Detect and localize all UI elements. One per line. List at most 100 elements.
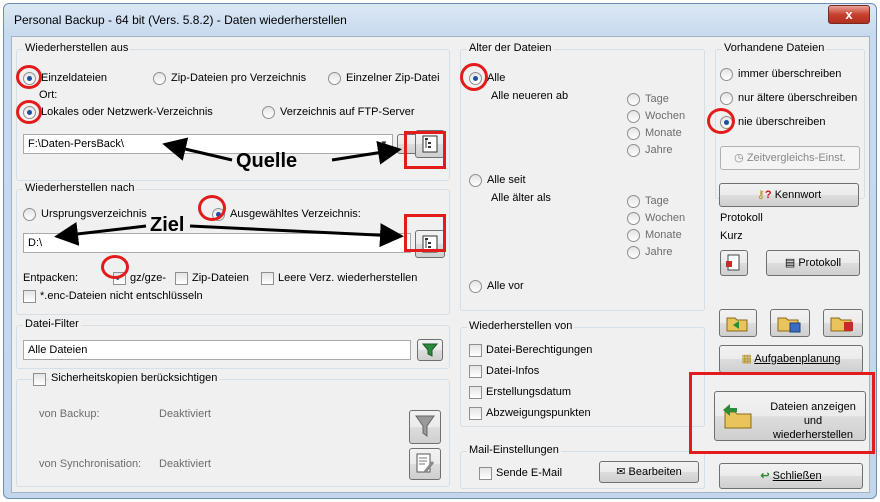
radio-age-since[interactable] xyxy=(469,174,482,187)
checkbox-backup-copies[interactable] xyxy=(33,373,46,386)
save-settings-button[interactable] xyxy=(770,309,810,337)
from-sync-value: Deaktiviert xyxy=(159,458,211,470)
annotation-circle-selected-dir xyxy=(198,195,226,221)
radio-age-before[interactable] xyxy=(469,280,482,293)
radio-newer-months[interactable] xyxy=(627,127,640,140)
time-compare-label: Zeitvergleichs-Einst. xyxy=(746,152,846,164)
edit-list-button[interactable] xyxy=(409,448,441,480)
unit-older-months: Monate xyxy=(645,229,682,241)
radio-single-zip-label: Einzelner Zip-Datei xyxy=(346,72,440,84)
source-path-combo[interactable]: F:\Daten-PersBack\ ▼ xyxy=(23,134,393,154)
clock-icon: ◷ xyxy=(734,152,744,164)
checkbox-created-date[interactable] xyxy=(469,386,482,399)
existing-files-title: Vorhandene Dateien xyxy=(722,42,827,54)
radio-newer-years[interactable] xyxy=(627,144,640,157)
radio-zip-per-dir[interactable] xyxy=(153,72,166,85)
save-as-settings-button[interactable] xyxy=(823,309,863,337)
password-button[interactable]: ⚷? Kennwort xyxy=(719,183,859,207)
radio-local-dir-label: Lokales oder Netzwerk-Verzeichnis xyxy=(41,106,213,118)
chevron-down-icon[interactable]: ▼ xyxy=(376,135,392,153)
task-scheduling-button[interactable]: ▦ Aufgabenplanung xyxy=(719,345,863,373)
radio-older-days[interactable] xyxy=(627,195,640,208)
annotation-box-show-restore xyxy=(689,372,875,454)
filter-settings-button[interactable] xyxy=(409,410,441,444)
restore-from-title: Wiederherstellen aus xyxy=(23,42,131,54)
checkbox-zip[interactable] xyxy=(175,272,188,285)
unit-newer-years: Jahre xyxy=(645,144,673,156)
funnel-icon xyxy=(421,343,439,357)
radio-older-months[interactable] xyxy=(627,229,640,242)
checkbox-junctions[interactable] xyxy=(469,407,482,420)
radio-older-overwrite[interactable] xyxy=(720,92,733,105)
radio-original-dir-label: Ursprungsverzeichnis xyxy=(41,208,147,220)
annotation-source-label: Quelle xyxy=(236,150,298,172)
from-backup-value: Deaktiviert xyxy=(159,408,211,420)
annotation-box-source xyxy=(404,131,446,169)
protocol-title: Protokoll xyxy=(718,212,765,224)
checkbox-file-infos[interactable] xyxy=(469,365,482,378)
checkbox-permissions[interactable] xyxy=(469,344,482,357)
radio-age-since-label: Alle seit xyxy=(487,174,526,186)
checkbox-enc[interactable] xyxy=(23,290,36,303)
close-label: Schließen xyxy=(772,470,822,482)
restore-of-title: Wiederherstellen von xyxy=(467,320,575,332)
checkbox-enc-label: *.enc-Dateien nicht entschlüsseln xyxy=(40,290,203,302)
radio-ftp-dir[interactable] xyxy=(262,106,275,119)
checkbox-send-email[interactable] xyxy=(479,467,492,480)
radio-selected-dir-label: Ausgewähltes Verzeichnis: xyxy=(230,208,361,220)
protocol-button[interactable]: ▤ Protokoll xyxy=(766,250,860,276)
mail-settings-title: Mail-Einstellungen xyxy=(467,444,561,456)
annotation-circle-age-all xyxy=(460,63,488,91)
key-icon: ⚷ xyxy=(756,189,765,201)
unit-newer-days: Tage xyxy=(645,93,669,105)
checkbox-junctions-label: Abzweigungspunkten xyxy=(486,407,591,419)
close-button[interactable]: ↩ Schließen xyxy=(719,463,863,489)
file-age-title: Alter der Dateien xyxy=(467,42,554,54)
checkbox-created-date-label: Erstellungsdatum xyxy=(486,386,571,398)
radio-newer-weeks[interactable] xyxy=(627,110,640,123)
checkbox-empty-dirs-label: Leere Verz. wiederherstellen xyxy=(278,272,418,284)
time-compare-button[interactable]: ◷ Zeitvergleichs-Einst. xyxy=(720,146,860,170)
radio-older-overwrite-label: nur ältere überschreiben xyxy=(738,92,858,104)
radio-single-zip[interactable] xyxy=(328,72,341,85)
funnel-icon xyxy=(415,415,435,437)
close-window-button[interactable]: x xyxy=(828,5,870,24)
mail-settings-group: Mail-Einstellungen Sende E-Mail ✉ Bearbe… xyxy=(460,444,705,489)
unit-newer-weeks: Wochen xyxy=(645,110,686,122)
checkbox-file-infos-label: Datei-Infos xyxy=(486,365,540,377)
radio-original-dir[interactable] xyxy=(23,208,36,221)
question-mark-icon: ? xyxy=(764,189,772,201)
file-filter-value: Alle Dateien xyxy=(28,344,88,356)
log-icon: ▤ xyxy=(784,257,796,269)
from-backup-label: von Backup: xyxy=(39,408,100,420)
radio-always-overwrite[interactable] xyxy=(720,68,733,81)
restore-to-title: Wiederherstellen nach xyxy=(23,182,137,194)
source-path-value: F:\Daten-PersBack\ xyxy=(28,138,124,150)
radio-ftp-dir-label: Verzeichnis auf FTP-Server xyxy=(280,106,415,118)
radio-never-overwrite-label: nie überschreiben xyxy=(738,116,826,128)
task-scheduling-label: Aufgabenplanung xyxy=(754,353,841,365)
folder-open-icon xyxy=(726,317,748,332)
checkbox-empty-dirs[interactable] xyxy=(261,272,274,285)
existing-files-group: Vorhandene Dateien immer überschreiben n… xyxy=(715,42,865,199)
password-label: Kennwort xyxy=(774,189,822,201)
radio-older-weeks[interactable] xyxy=(627,212,640,225)
filter-button[interactable] xyxy=(417,339,443,361)
return-arrow-icon: ↩ xyxy=(760,470,770,482)
checkbox-send-email-label: Sende E-Mail xyxy=(496,467,563,479)
target-path-combo[interactable]: D:\ xyxy=(23,233,411,253)
file-age-group: Alter der Dateien Alle Alle neueren ab T… xyxy=(460,42,705,311)
edit-mail-button[interactable]: ✉ Bearbeiten xyxy=(599,461,699,483)
file-filter-combo[interactable]: Alle Dateien xyxy=(23,340,411,360)
window-title: Personal Backup - 64 bit (Vers. 5.8.2) -… xyxy=(14,13,347,27)
location-label: Ort: xyxy=(39,89,58,101)
from-sync-label: von Synchronisation: xyxy=(39,458,142,470)
radio-older-years[interactable] xyxy=(627,246,640,259)
restore-from-group: Wiederherstellen aus Einzeldateien Zip-D… xyxy=(16,42,450,181)
radio-newer-days[interactable] xyxy=(627,93,640,106)
annotation-circle-local-dir xyxy=(16,100,42,124)
protocol-mode: Kurz xyxy=(720,230,743,242)
load-settings-button[interactable] xyxy=(719,309,757,337)
radio-single-files-label: Einzeldateien xyxy=(41,72,108,84)
protocol-file-button[interactable] xyxy=(720,250,748,276)
